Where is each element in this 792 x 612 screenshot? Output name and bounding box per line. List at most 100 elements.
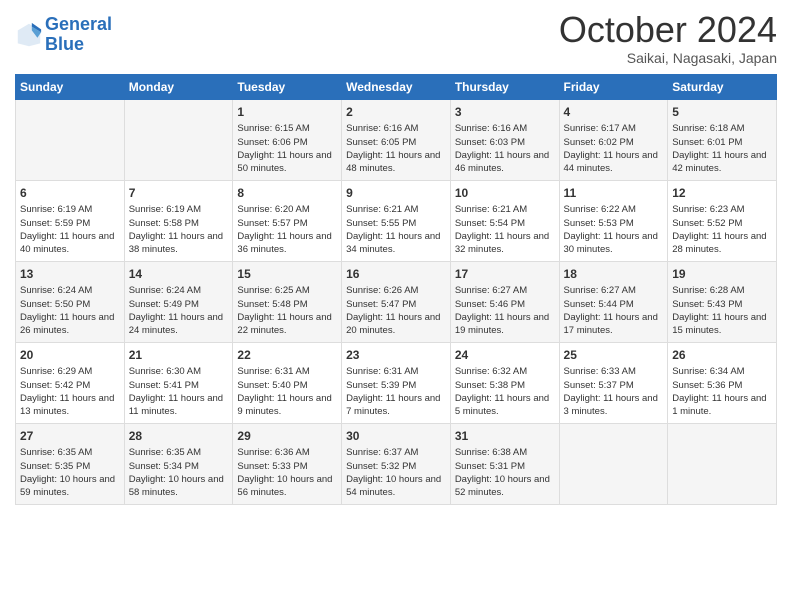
cell-content: Sunrise: 6:16 AM Sunset: 6:05 PM Dayligh… [346,122,446,175]
day-number: 14 [129,266,229,283]
day-number: 30 [346,428,446,445]
day-number: 21 [129,347,229,364]
calendar-cell: 27Sunrise: 6:35 AM Sunset: 5:35 PM Dayli… [16,423,125,504]
cell-content: Sunrise: 6:19 AM Sunset: 5:59 PM Dayligh… [20,203,120,256]
day-number: 4 [564,104,664,121]
cell-content: Sunrise: 6:21 AM Sunset: 5:55 PM Dayligh… [346,203,446,256]
cell-content: Sunrise: 6:30 AM Sunset: 5:41 PM Dayligh… [129,365,229,418]
calendar-cell: 30Sunrise: 6:37 AM Sunset: 5:32 PM Dayli… [342,423,451,504]
calendar-cell: 25Sunrise: 6:33 AM Sunset: 5:37 PM Dayli… [559,342,668,423]
day-number: 8 [237,185,337,202]
cell-content: Sunrise: 6:28 AM Sunset: 5:43 PM Dayligh… [672,284,772,337]
calendar-cell [668,423,777,504]
day-number: 9 [346,185,446,202]
logo-text: General Blue [45,15,112,55]
cell-content: Sunrise: 6:33 AM Sunset: 5:37 PM Dayligh… [564,365,664,418]
cell-content: Sunrise: 6:25 AM Sunset: 5:48 PM Dayligh… [237,284,337,337]
day-number: 22 [237,347,337,364]
day-number: 20 [20,347,120,364]
calendar-cell: 22Sunrise: 6:31 AM Sunset: 5:40 PM Dayli… [233,342,342,423]
calendar-cell: 7Sunrise: 6:19 AM Sunset: 5:58 PM Daylig… [124,180,233,261]
day-number: 5 [672,104,772,121]
cell-content: Sunrise: 6:29 AM Sunset: 5:42 PM Dayligh… [20,365,120,418]
calendar-cell: 8Sunrise: 6:20 AM Sunset: 5:57 PM Daylig… [233,180,342,261]
day-number: 26 [672,347,772,364]
cell-content: Sunrise: 6:31 AM Sunset: 5:40 PM Dayligh… [237,365,337,418]
calendar-cell: 12Sunrise: 6:23 AM Sunset: 5:52 PM Dayli… [668,180,777,261]
cell-content: Sunrise: 6:34 AM Sunset: 5:36 PM Dayligh… [672,365,772,418]
calendar-week-row: 13Sunrise: 6:24 AM Sunset: 5:50 PM Dayli… [16,261,777,342]
location-subtitle: Saikai, Nagasaki, Japan [559,50,777,66]
day-number: 31 [455,428,555,445]
calendar-cell: 15Sunrise: 6:25 AM Sunset: 5:48 PM Dayli… [233,261,342,342]
calendar-header: SundayMondayTuesdayWednesdayThursdayFrid… [16,74,777,99]
logo: General Blue [15,15,112,55]
cell-content: Sunrise: 6:36 AM Sunset: 5:33 PM Dayligh… [237,446,337,499]
day-number: 12 [672,185,772,202]
calendar-cell: 31Sunrise: 6:38 AM Sunset: 5:31 PM Dayli… [450,423,559,504]
cell-content: Sunrise: 6:17 AM Sunset: 6:02 PM Dayligh… [564,122,664,175]
day-number: 23 [346,347,446,364]
weekday-header-thursday: Thursday [450,74,559,99]
weekday-header-saturday: Saturday [668,74,777,99]
cell-content: Sunrise: 6:19 AM Sunset: 5:58 PM Dayligh… [129,203,229,256]
day-number: 27 [20,428,120,445]
calendar-cell: 28Sunrise: 6:35 AM Sunset: 5:34 PM Dayli… [124,423,233,504]
cell-content: Sunrise: 6:27 AM Sunset: 5:46 PM Dayligh… [455,284,555,337]
calendar-week-row: 27Sunrise: 6:35 AM Sunset: 5:35 PM Dayli… [16,423,777,504]
calendar-cell: 5Sunrise: 6:18 AM Sunset: 6:01 PM Daylig… [668,99,777,180]
weekday-header-monday: Monday [124,74,233,99]
day-number: 24 [455,347,555,364]
calendar-body: 1Sunrise: 6:15 AM Sunset: 6:06 PM Daylig… [16,99,777,504]
calendar-cell: 19Sunrise: 6:28 AM Sunset: 5:43 PM Dayli… [668,261,777,342]
cell-content: Sunrise: 6:35 AM Sunset: 5:35 PM Dayligh… [20,446,120,499]
logo-icon [15,21,43,49]
calendar-cell [559,423,668,504]
calendar-cell: 16Sunrise: 6:26 AM Sunset: 5:47 PM Dayli… [342,261,451,342]
calendar-cell: 2Sunrise: 6:16 AM Sunset: 6:05 PM Daylig… [342,99,451,180]
weekday-header-tuesday: Tuesday [233,74,342,99]
calendar-cell: 6Sunrise: 6:19 AM Sunset: 5:59 PM Daylig… [16,180,125,261]
weekday-header-wednesday: Wednesday [342,74,451,99]
cell-content: Sunrise: 6:15 AM Sunset: 6:06 PM Dayligh… [237,122,337,175]
day-number: 16 [346,266,446,283]
calendar-week-row: 6Sunrise: 6:19 AM Sunset: 5:59 PM Daylig… [16,180,777,261]
calendar-week-row: 1Sunrise: 6:15 AM Sunset: 6:06 PM Daylig… [16,99,777,180]
day-number: 17 [455,266,555,283]
cell-content: Sunrise: 6:20 AM Sunset: 5:57 PM Dayligh… [237,203,337,256]
calendar-cell: 13Sunrise: 6:24 AM Sunset: 5:50 PM Dayli… [16,261,125,342]
calendar-cell: 14Sunrise: 6:24 AM Sunset: 5:49 PM Dayli… [124,261,233,342]
day-number: 13 [20,266,120,283]
calendar-cell: 3Sunrise: 6:16 AM Sunset: 6:03 PM Daylig… [450,99,559,180]
cell-content: Sunrise: 6:21 AM Sunset: 5:54 PM Dayligh… [455,203,555,256]
calendar-cell: 20Sunrise: 6:29 AM Sunset: 5:42 PM Dayli… [16,342,125,423]
day-number: 18 [564,266,664,283]
cell-content: Sunrise: 6:38 AM Sunset: 5:31 PM Dayligh… [455,446,555,499]
day-number: 11 [564,185,664,202]
calendar-cell: 11Sunrise: 6:22 AM Sunset: 5:53 PM Dayli… [559,180,668,261]
day-number: 10 [455,185,555,202]
month-title: October 2024 [559,10,777,50]
cell-content: Sunrise: 6:31 AM Sunset: 5:39 PM Dayligh… [346,365,446,418]
calendar-cell [16,99,125,180]
day-number: 7 [129,185,229,202]
title-block: October 2024 Saikai, Nagasaki, Japan [559,10,777,66]
day-number: 6 [20,185,120,202]
day-number: 3 [455,104,555,121]
calendar-cell: 4Sunrise: 6:17 AM Sunset: 6:02 PM Daylig… [559,99,668,180]
day-number: 25 [564,347,664,364]
calendar-cell: 23Sunrise: 6:31 AM Sunset: 5:39 PM Dayli… [342,342,451,423]
logo-line1: General [45,14,112,34]
cell-content: Sunrise: 6:24 AM Sunset: 5:49 PM Dayligh… [129,284,229,337]
calendar-cell [124,99,233,180]
cell-content: Sunrise: 6:37 AM Sunset: 5:32 PM Dayligh… [346,446,446,499]
calendar-week-row: 20Sunrise: 6:29 AM Sunset: 5:42 PM Dayli… [16,342,777,423]
calendar-cell: 21Sunrise: 6:30 AM Sunset: 5:41 PM Dayli… [124,342,233,423]
calendar-table: SundayMondayTuesdayWednesdayThursdayFrid… [15,74,777,505]
day-number: 15 [237,266,337,283]
weekday-row: SundayMondayTuesdayWednesdayThursdayFrid… [16,74,777,99]
calendar-cell: 10Sunrise: 6:21 AM Sunset: 5:54 PM Dayli… [450,180,559,261]
cell-content: Sunrise: 6:23 AM Sunset: 5:52 PM Dayligh… [672,203,772,256]
day-number: 2 [346,104,446,121]
day-number: 19 [672,266,772,283]
